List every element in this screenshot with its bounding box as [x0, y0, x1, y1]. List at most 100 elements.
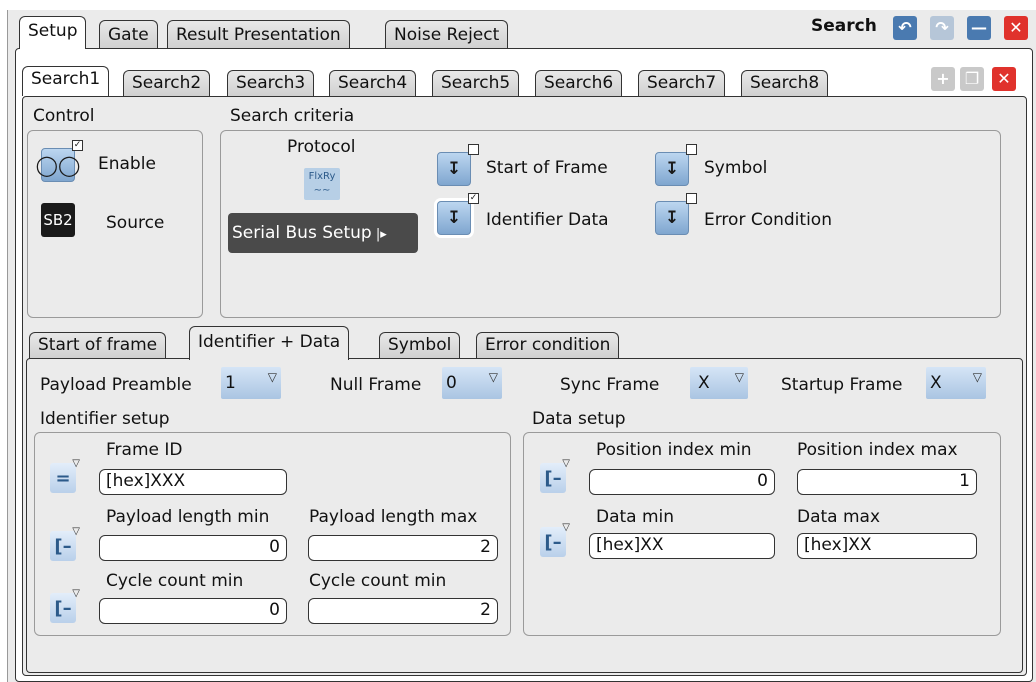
error-condition-checkbox-icon — [686, 193, 697, 204]
redo-icon[interactable]: ↷ — [930, 16, 954, 40]
start-of-frame-toggle[interactable]: ↧ — [437, 144, 479, 186]
arrow-right-icon: |▸ — [371, 227, 387, 242]
payload-preamble-label: Payload Preamble — [40, 375, 192, 395]
symbol-label: Symbol — [704, 158, 768, 178]
protocol-icon-text: FlxRy — [308, 171, 336, 182]
range-condition-icon[interactable]: [– ▽ — [50, 526, 80, 561]
tab-label: Search3 — [236, 73, 306, 93]
dropdown-icon: ▽ — [734, 370, 744, 384]
tab-label: Gate — [108, 25, 149, 45]
startup-frame-select[interactable]: X ▽ — [926, 367, 986, 399]
serial-bus-setup-button[interactable]: Serial Bus Setup |▸ — [228, 213, 418, 253]
dropdown-icon: ▽ — [267, 370, 277, 384]
tab-search6[interactable]: Search6 — [535, 70, 623, 97]
tab-search5[interactable]: Search5 — [432, 70, 520, 97]
null-frame-label: Null Frame — [330, 375, 422, 395]
payload-min-field[interactable]: 0 — [99, 535, 287, 561]
tab-label: Noise Reject — [394, 25, 500, 45]
symbol-checkbox-icon — [686, 144, 697, 155]
tab-start-of-frame[interactable]: Start of frame — [29, 332, 167, 359]
tab-label: Identifier + Data — [198, 332, 341, 352]
start-of-frame-checkbox-icon — [468, 144, 479, 155]
sync-frame-label: Sync Frame — [560, 375, 660, 395]
tab-gate[interactable]: Gate — [99, 20, 158, 50]
tab-search4[interactable]: Search4 — [329, 70, 417, 97]
tab-label: Search5 — [441, 73, 511, 93]
tab-result-presentation[interactable]: Result Presentation — [167, 20, 350, 50]
tab-label: Start of frame — [38, 335, 158, 355]
payload-max-field[interactable]: 2 — [308, 535, 498, 561]
enable-checkbox-icon: ✓ — [72, 140, 83, 151]
cycle-min-field[interactable]: 0 — [99, 598, 287, 624]
sync-frame-select[interactable]: X ▽ — [690, 367, 748, 399]
startup-frame-value: X — [930, 373, 942, 393]
tab-label: Search7 — [647, 73, 717, 93]
criteria-title: Search criteria — [230, 106, 355, 126]
range-condition-icon[interactable]: [– ▽ — [540, 522, 570, 557]
pos-max-field[interactable]: 1 — [797, 469, 977, 495]
dropdown-icon: ▽ — [72, 526, 80, 537]
tab-label: Symbol — [388, 335, 452, 355]
pos-min-field[interactable]: 0 — [589, 469, 775, 495]
minimize-icon[interactable]: — — [967, 16, 991, 40]
tab-noise-reject[interactable]: Noise Reject — [385, 20, 509, 50]
source-icon-text: SB2 — [43, 211, 73, 229]
protocol-flexray-icon[interactable]: FlxRy ∼∼ — [304, 168, 340, 200]
source-button[interactable]: SB2 — [41, 203, 75, 237]
control-title: Control — [33, 106, 95, 126]
range-condition-icon[interactable]: [– ▽ — [540, 458, 570, 493]
tab-search1[interactable]: Search1 — [22, 66, 110, 96]
error-condition-label: Error Condition — [704, 210, 832, 230]
tab-identifier-data[interactable]: Identifier + Data — [189, 326, 350, 360]
tab-label: Setup — [28, 21, 78, 41]
add-icon[interactable]: + — [931, 67, 955, 91]
cycle-max-field[interactable]: 2 — [308, 598, 498, 624]
start-of-frame-label: Start of Frame — [486, 158, 608, 178]
tab-label: Result Presentation — [176, 25, 341, 45]
pos-min-label: Position index min — [596, 440, 752, 460]
tab-search3[interactable]: Search3 — [227, 70, 315, 97]
equal-condition-icon[interactable]: = ▽ — [50, 458, 80, 493]
tab-search8[interactable]: Search8 — [741, 70, 829, 97]
tab-setup[interactable]: Setup — [19, 16, 87, 49]
close-icon[interactable]: ✕ — [1004, 16, 1028, 40]
data-max-field[interactable]: [hex]XX — [797, 533, 977, 559]
tab-symbol[interactable]: Symbol — [379, 332, 461, 359]
dropdown-icon: ▽ — [72, 458, 80, 469]
tab-label: Search1 — [31, 69, 101, 89]
tab-label: Search6 — [544, 73, 614, 93]
cycle-min-label: Cycle count min — [106, 571, 244, 591]
payload-preamble-select[interactable]: 1 ▽ — [221, 367, 281, 399]
null-frame-select[interactable]: 0 ▽ — [442, 367, 502, 399]
range-condition-icon[interactable]: [– ▽ — [50, 588, 80, 623]
window-title: Search — [811, 16, 877, 36]
error-condition-toggle[interactable]: ↧ — [655, 193, 697, 235]
dropdown-icon: ▽ — [972, 370, 982, 384]
identifier-data-checkbox-icon: ✓ — [468, 193, 479, 204]
tab-error-condition[interactable]: Error condition — [476, 332, 620, 359]
copy-icon[interactable]: ❐ — [960, 67, 984, 91]
tab-search7[interactable]: Search7 — [638, 70, 726, 97]
binoculars-icon: ◯◯ — [35, 153, 81, 177]
dropdown-icon: ▽ — [72, 588, 80, 599]
enable-button[interactable]: ◯◯ ✓ — [36, 140, 83, 182]
undo-icon[interactable]: ↶ — [893, 16, 917, 40]
delete-icon[interactable]: ✕ — [992, 67, 1016, 91]
frame-id-field[interactable]: [hex]XXX — [99, 469, 287, 495]
dropdown-icon: ▽ — [562, 458, 570, 469]
identifier-data-label: Identifier Data — [486, 210, 609, 230]
data-setup-title: Data setup — [532, 409, 626, 429]
tab-label: Search8 — [750, 73, 820, 93]
payload-preamble-value: 1 — [225, 373, 236, 393]
tab-search2[interactable]: Search2 — [123, 70, 211, 97]
pos-max-label: Position index max — [797, 440, 958, 460]
data-min-field[interactable]: [hex]XX — [589, 533, 775, 559]
data-min-label: Data min — [596, 507, 675, 527]
identifier-data-toggle[interactable]: ↧ ✓ — [437, 193, 479, 235]
symbol-toggle[interactable]: ↧ — [655, 144, 697, 186]
dropdown-icon: ▽ — [562, 522, 570, 533]
sync-frame-value: X — [698, 373, 710, 393]
null-frame-value: 0 — [446, 373, 457, 393]
data-max-label: Data max — [797, 507, 881, 527]
identifier-setup-title: Identifier setup — [40, 409, 170, 429]
